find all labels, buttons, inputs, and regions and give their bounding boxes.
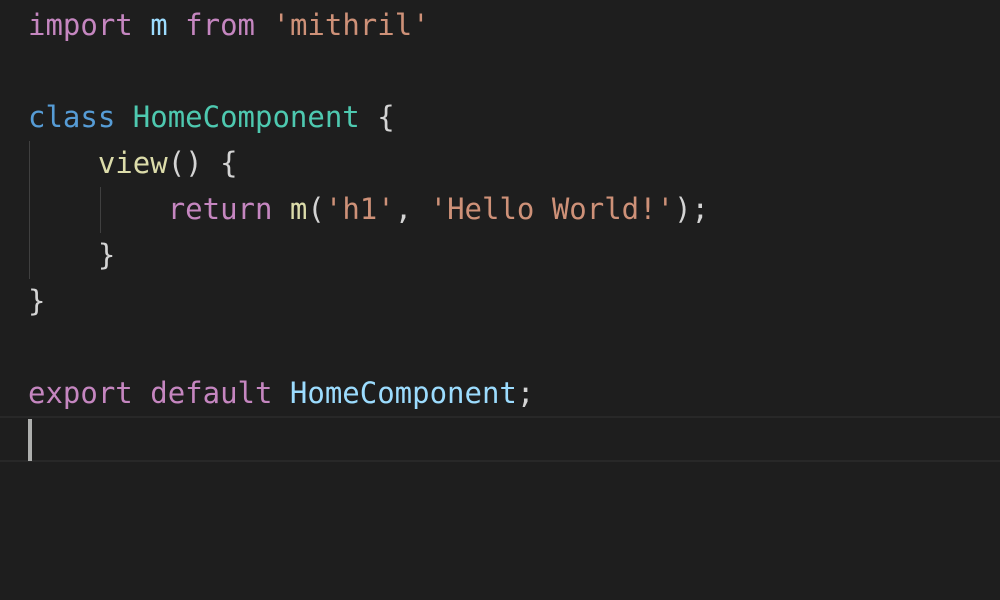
code-line[interactable]: export default HomeComponent; [28,370,709,416]
code-token: view [97,146,168,180]
code-token: ); [674,192,709,226]
code-token: () { [167,146,238,180]
code-editor[interactable]: import m from 'mithril' class HomeCompone… [0,0,1000,600]
code-lines[interactable]: import m from 'mithril' class HomeCompone… [28,2,709,462]
code-token: 'mithril' [272,8,430,42]
code-line[interactable]: return m('h1', 'Hello World!'); [28,186,709,232]
code-line[interactable]: } [28,278,709,324]
code-token: } [28,238,116,272]
code-line[interactable]: } [28,232,709,278]
code-line[interactable]: view() { [28,140,709,186]
code-token: , [394,192,430,226]
code-line[interactable]: import m from 'mithril' [28,2,709,48]
code-token: return [167,192,273,226]
text-cursor [28,419,32,461]
code-token: m [289,192,308,226]
code-token: { [359,100,395,134]
code-token: from [185,8,256,42]
code-token: } [28,284,46,318]
code-token: 'Hello World!' [429,192,675,226]
code-line[interactable]: class HomeComponent { [28,94,709,140]
code-token: ; [516,376,535,410]
code-token: export [28,376,133,410]
code-token: ( [307,192,325,226]
code-token: default [150,376,273,410]
code-line[interactable] [28,416,709,462]
code-token: import [28,8,133,42]
code-line[interactable] [28,324,709,370]
code-token: class [28,100,116,134]
code-line[interactable] [28,48,709,94]
code-token: HomeComponent [289,376,517,410]
code-token: 'h1' [324,192,395,226]
code-token: m [150,8,168,42]
code-token: HomeComponent [132,100,360,134]
